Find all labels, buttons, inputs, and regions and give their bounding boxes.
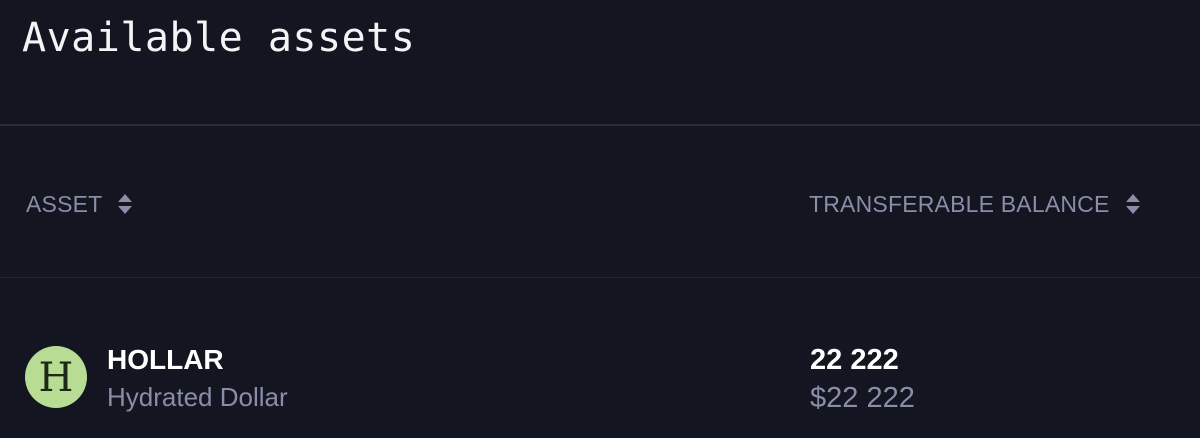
column-header-asset[interactable]: ASSET xyxy=(26,190,134,218)
token-logo-letter: H xyxy=(38,355,74,401)
transferable-balance-amount: 22 222 xyxy=(810,344,899,376)
table-row[interactable]: H HOLLAR Hydrated Dollar 22 222 $22 222 xyxy=(0,332,1200,422)
available-assets-panel: Available assets ASSET TRANSFERABLE BALA… xyxy=(0,0,1200,438)
sort-updown-icon[interactable] xyxy=(116,191,134,217)
transferable-balance-usd: $22 222 xyxy=(810,382,915,414)
column-header-asset-label: ASSET xyxy=(26,190,103,217)
hollar-logo-icon: H xyxy=(25,346,87,408)
column-header-transferable-balance[interactable]: TRANSFERABLE BALANCE xyxy=(809,190,1142,218)
asset-symbol: HOLLAR xyxy=(107,344,224,375)
table-header-divider xyxy=(0,277,1200,278)
column-header-balance-label: TRANSFERABLE BALANCE xyxy=(809,190,1110,217)
header-divider xyxy=(0,124,1200,126)
sort-updown-icon[interactable] xyxy=(1124,191,1142,217)
page-title: Available assets xyxy=(22,15,416,61)
asset-name: Hydrated Dollar xyxy=(107,382,288,412)
